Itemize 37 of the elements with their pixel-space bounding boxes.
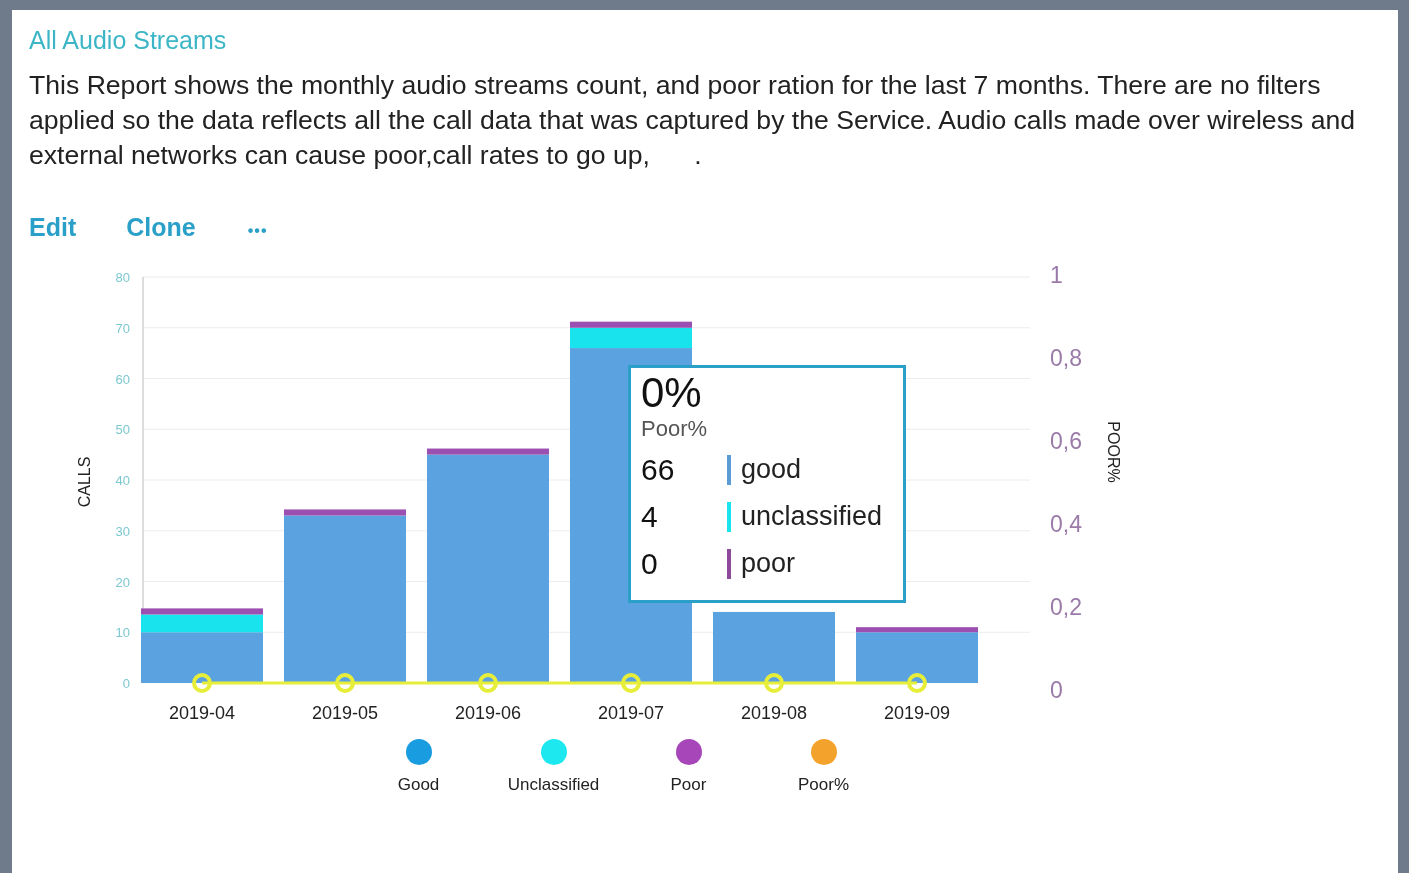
legend-label[interactable]: Poor% bbox=[798, 775, 849, 795]
y-tick-label: 80 bbox=[115, 270, 130, 285]
y-tick-label: 60 bbox=[115, 371, 130, 387]
x-tick-label: 2019-07 bbox=[597, 703, 665, 723]
tooltip-series-name: good bbox=[741, 454, 802, 485]
y-tick-label: 50 bbox=[115, 422, 130, 438]
y-tick-label: 30 bbox=[115, 523, 130, 539]
x-tick-label: 2019-04 bbox=[168, 703, 236, 723]
tooltip-label: Poor% bbox=[641, 416, 709, 442]
x-tick-label: 2019-08 bbox=[740, 703, 808, 723]
legend-label[interactable]: Good bbox=[397, 775, 440, 795]
tooltip-series-name: poor bbox=[741, 548, 796, 579]
right-tick-label: 0,8 bbox=[1050, 345, 1082, 371]
x-tick-label: 2019-05 bbox=[311, 703, 379, 723]
right-tick-label: 0,6 bbox=[1050, 428, 1082, 454]
y-tick-label: 40 bbox=[115, 473, 130, 488]
x-tick-label: 2019-06 bbox=[454, 703, 522, 723]
tooltip-count: 4 bbox=[641, 499, 659, 534]
right-axis-title: POOR% bbox=[1105, 421, 1122, 483]
report-title: All Audio Streams bbox=[29, 26, 228, 55]
legend-label[interactable]: Unclassified bbox=[507, 775, 600, 795]
y-tick-label: 20 bbox=[115, 574, 130, 590]
y-tick-label: 0 bbox=[122, 676, 130, 691]
y-tick-label: 70 bbox=[115, 320, 130, 336]
y-axis-title: CALLS bbox=[76, 456, 93, 508]
right-tick-label: 0 bbox=[1050, 677, 1063, 703]
right-tick-label: 0,2 bbox=[1050, 594, 1082, 620]
y-tick-label: 10 bbox=[115, 625, 130, 641]
tooltip-count: 66 bbox=[641, 452, 676, 487]
x-tick-label: 2019-09 bbox=[883, 703, 951, 723]
tooltip-count: 0 bbox=[641, 546, 659, 581]
tooltip-value: 0% bbox=[641, 370, 703, 416]
right-tick-label: 1 bbox=[1050, 262, 1063, 288]
report-description: This Report shows the monthly audio streams count, and poor ration for the last 7 months. There are no filters applied so the data reflects all the call data that was captured by the Service. Audio calls made over wireless and external networks can cause poor,call rates to go up, . bbox=[29, 69, 1356, 172]
tooltip-series-name: unclassified bbox=[741, 501, 883, 532]
right-tick-label: 0,4 bbox=[1050, 511, 1082, 537]
legend-label[interactable]: Poor bbox=[670, 775, 707, 795]
